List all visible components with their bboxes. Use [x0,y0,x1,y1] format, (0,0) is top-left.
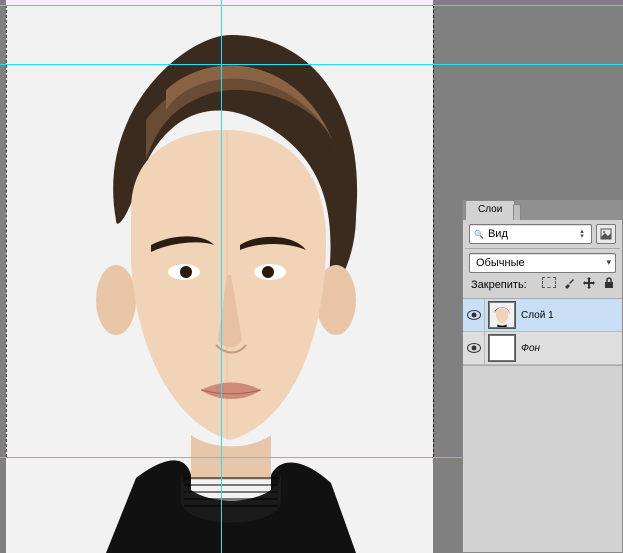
blend-mode-select[interactable]: Обычные [469,253,616,273]
layer-name[interactable]: Слой 1 [521,310,554,321]
selection-edge-left[interactable] [6,5,7,457]
guide-vertical[interactable] [221,0,222,553]
lock-transparency-button[interactable] [542,277,556,292]
layer-row[interactable]: Слой 1 [463,299,622,332]
filter-pixel-button[interactable] [596,224,616,244]
brush-icon [563,277,575,289]
canvas-area[interactable] [0,0,452,553]
document-image [6,0,433,553]
lock-icon [603,277,615,289]
layer-visibility-toggle[interactable] [463,332,485,365]
tab-layers[interactable]: Слои [465,200,515,220]
search-icon: 🔍 [474,230,484,239]
layer-list: Слой 1 Фон [463,298,622,366]
stepper-arrows-icon: ▴▾ [575,227,589,241]
layer-name[interactable]: Фон [521,343,540,354]
tab-layers-label: Слои [478,204,502,215]
layer-thumbnail[interactable] [489,335,515,361]
lock-all-button[interactable] [602,277,616,292]
document[interactable] [6,0,433,553]
guide-horizontal[interactable] [0,64,623,65]
lock-row: Закрепить: [463,277,622,298]
panel-divider [465,248,620,249]
layer-thumbnail-image [490,303,514,327]
tab-collapsed[interactable] [513,204,521,220]
layers-panel: Слои 🔍 Вид ▴▾ Обычные Закрепить: [462,200,623,553]
layers-panel-body: 🔍 Вид ▴▾ Обычные Закрепить: [463,220,622,366]
layer-kind-filter-label: Вид [488,228,508,240]
eye-icon [467,310,481,320]
eye-icon [467,343,481,353]
selection-edge-right[interactable] [433,5,434,457]
guide-horizontal[interactable] [0,5,623,6]
lock-label: Закрепить: [471,279,527,291]
layer-row[interactable]: Фон [463,332,622,365]
move-icon [583,277,595,289]
layer-kind-filter[interactable]: 🔍 Вид ▴▾ [469,224,592,244]
layer-thumbnail[interactable] [489,302,515,328]
lock-position-button[interactable] [582,277,596,292]
lock-pixels-button[interactable] [562,277,576,292]
blend-mode-label: Обычные [476,257,525,269]
layer-thumbnail-image [490,336,514,360]
layer-visibility-toggle[interactable] [463,299,485,332]
transparency-icon [542,277,556,288]
panel-tabbar: Слои [463,200,622,220]
image-icon [600,228,612,240]
